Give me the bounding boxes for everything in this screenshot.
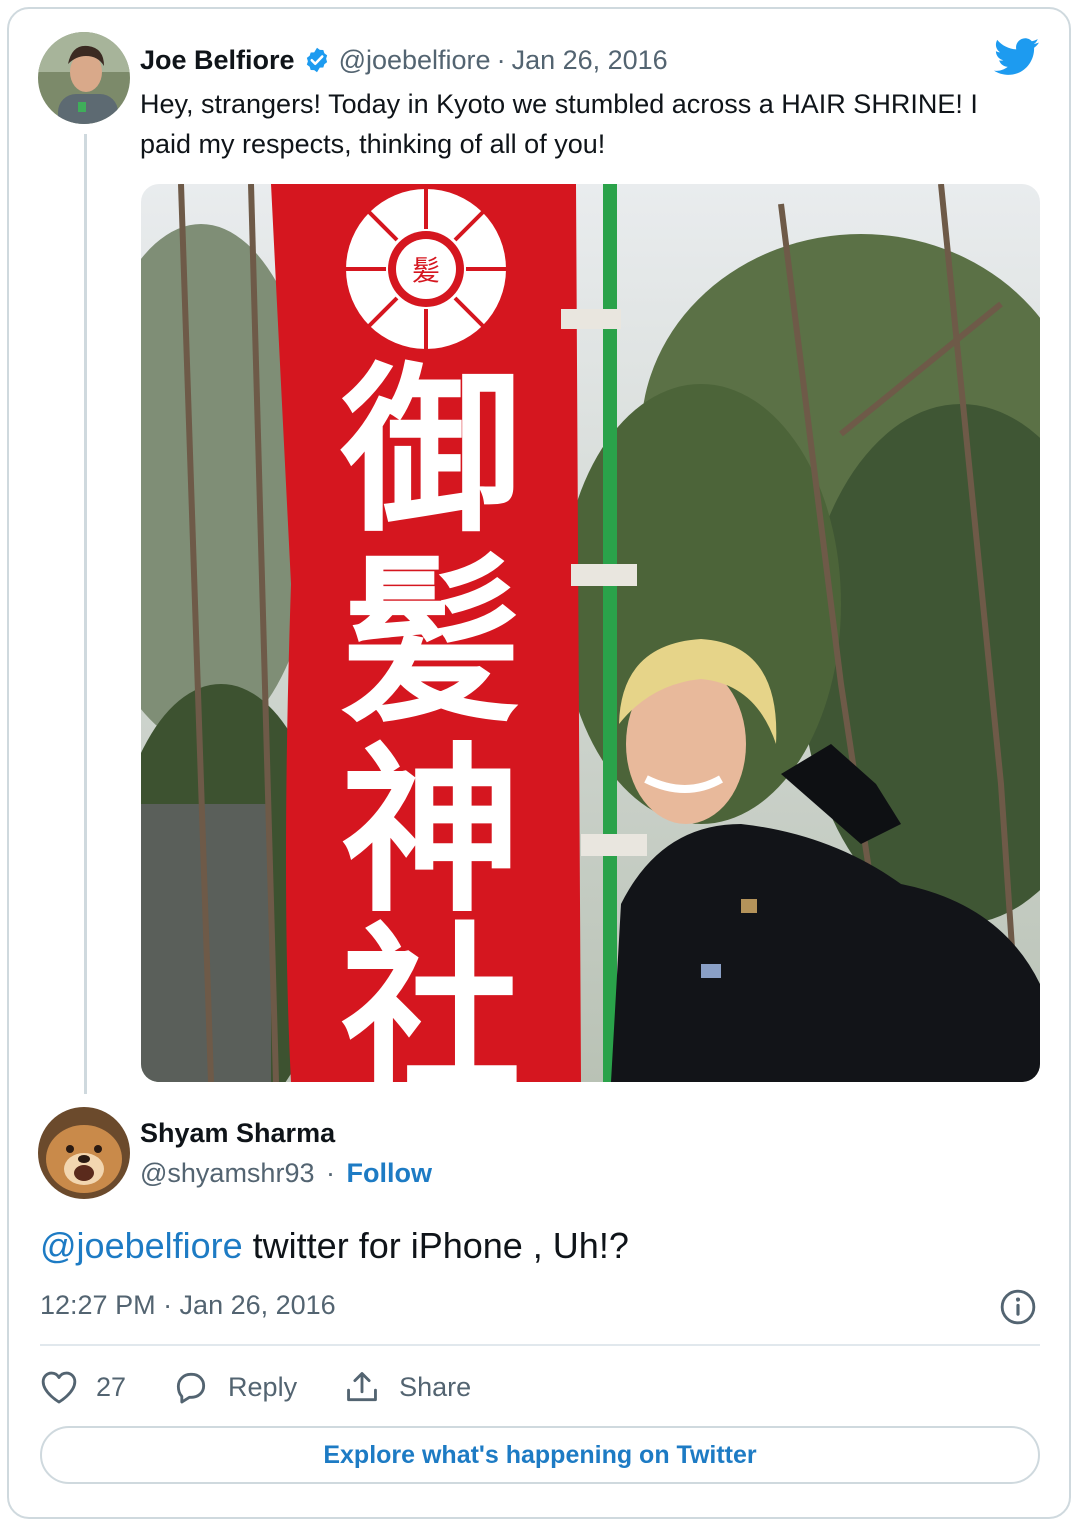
- divider: [40, 1344, 1040, 1346]
- avatar-shyam-sharma[interactable]: [38, 1107, 130, 1199]
- quoted-author-name[interactable]: Joe Belfiore: [140, 45, 295, 76]
- like-count: 27: [96, 1371, 127, 1402]
- separator: ·: [496, 44, 506, 75]
- tweet-text-body: twitter for iPhone , Uh!?: [242, 1225, 629, 1266]
- verified-badge-icon: [303, 46, 331, 74]
- avatar-joe-belfiore[interactable]: [38, 32, 130, 124]
- shrine-banner: 髪 御 髪 神 社: [271, 184, 581, 1082]
- heart-icon: [41, 1371, 77, 1404]
- explore-twitter-button[interactable]: Explore what's happening on Twitter: [40, 1426, 1040, 1484]
- twitter-bird-icon[interactable]: [994, 38, 1040, 81]
- share-label: Share: [399, 1371, 472, 1402]
- banner-char-2: 髪: [341, 538, 521, 747]
- svg-text:髪: 髪: [412, 254, 440, 287]
- tweet-text: @joebelfiore twitter for iPhone , Uh!?: [40, 1225, 629, 1267]
- author-handle[interactable]: @shyamshr93: [140, 1158, 314, 1188]
- banner-char-4: 社: [341, 908, 521, 1082]
- quoted-tweet-photo[interactable]: 髪 御 髪 神 社: [141, 184, 1040, 1082]
- reply-label: Reply: [228, 1371, 298, 1402]
- tweet-timestamp[interactable]: 12:27 PM · Jan 26, 2016: [40, 1290, 336, 1321]
- like-action[interactable]: 27: [40, 1369, 126, 1405]
- quoted-tweet-header: Joe Belfiore @joebelfiore · Jan 26, 2016: [140, 42, 668, 78]
- share-action[interactable]: Share: [343, 1369, 471, 1405]
- quoted-tweet-date[interactable]: Jan 26, 2016: [512, 45, 668, 76]
- banner-char-1: 御: [340, 348, 521, 557]
- author-name[interactable]: Shyam Sharma: [140, 1118, 335, 1149]
- quoted-author-handle[interactable]: @joebelfiore: [339, 45, 491, 76]
- separator: ·: [326, 1158, 335, 1188]
- share-icon: [347, 1372, 377, 1402]
- tweet-actions: 27 Reply Share: [40, 1365, 517, 1409]
- mention-link[interactable]: @joebelfiore: [40, 1225, 243, 1266]
- quoted-tweet-text: Hey, strangers! Today in Kyoto we stumbl…: [140, 89, 978, 159]
- follow-button[interactable]: Follow: [347, 1158, 432, 1188]
- thread-connector-line: [84, 134, 87, 1094]
- author-handle-row: @shyamshr93 · Follow: [140, 1158, 432, 1189]
- reply-action[interactable]: Reply: [172, 1369, 297, 1405]
- info-icon[interactable]: [999, 1288, 1037, 1331]
- banner-char-3: 神: [341, 728, 521, 937]
- reply-bubble-icon: [176, 1372, 206, 1404]
